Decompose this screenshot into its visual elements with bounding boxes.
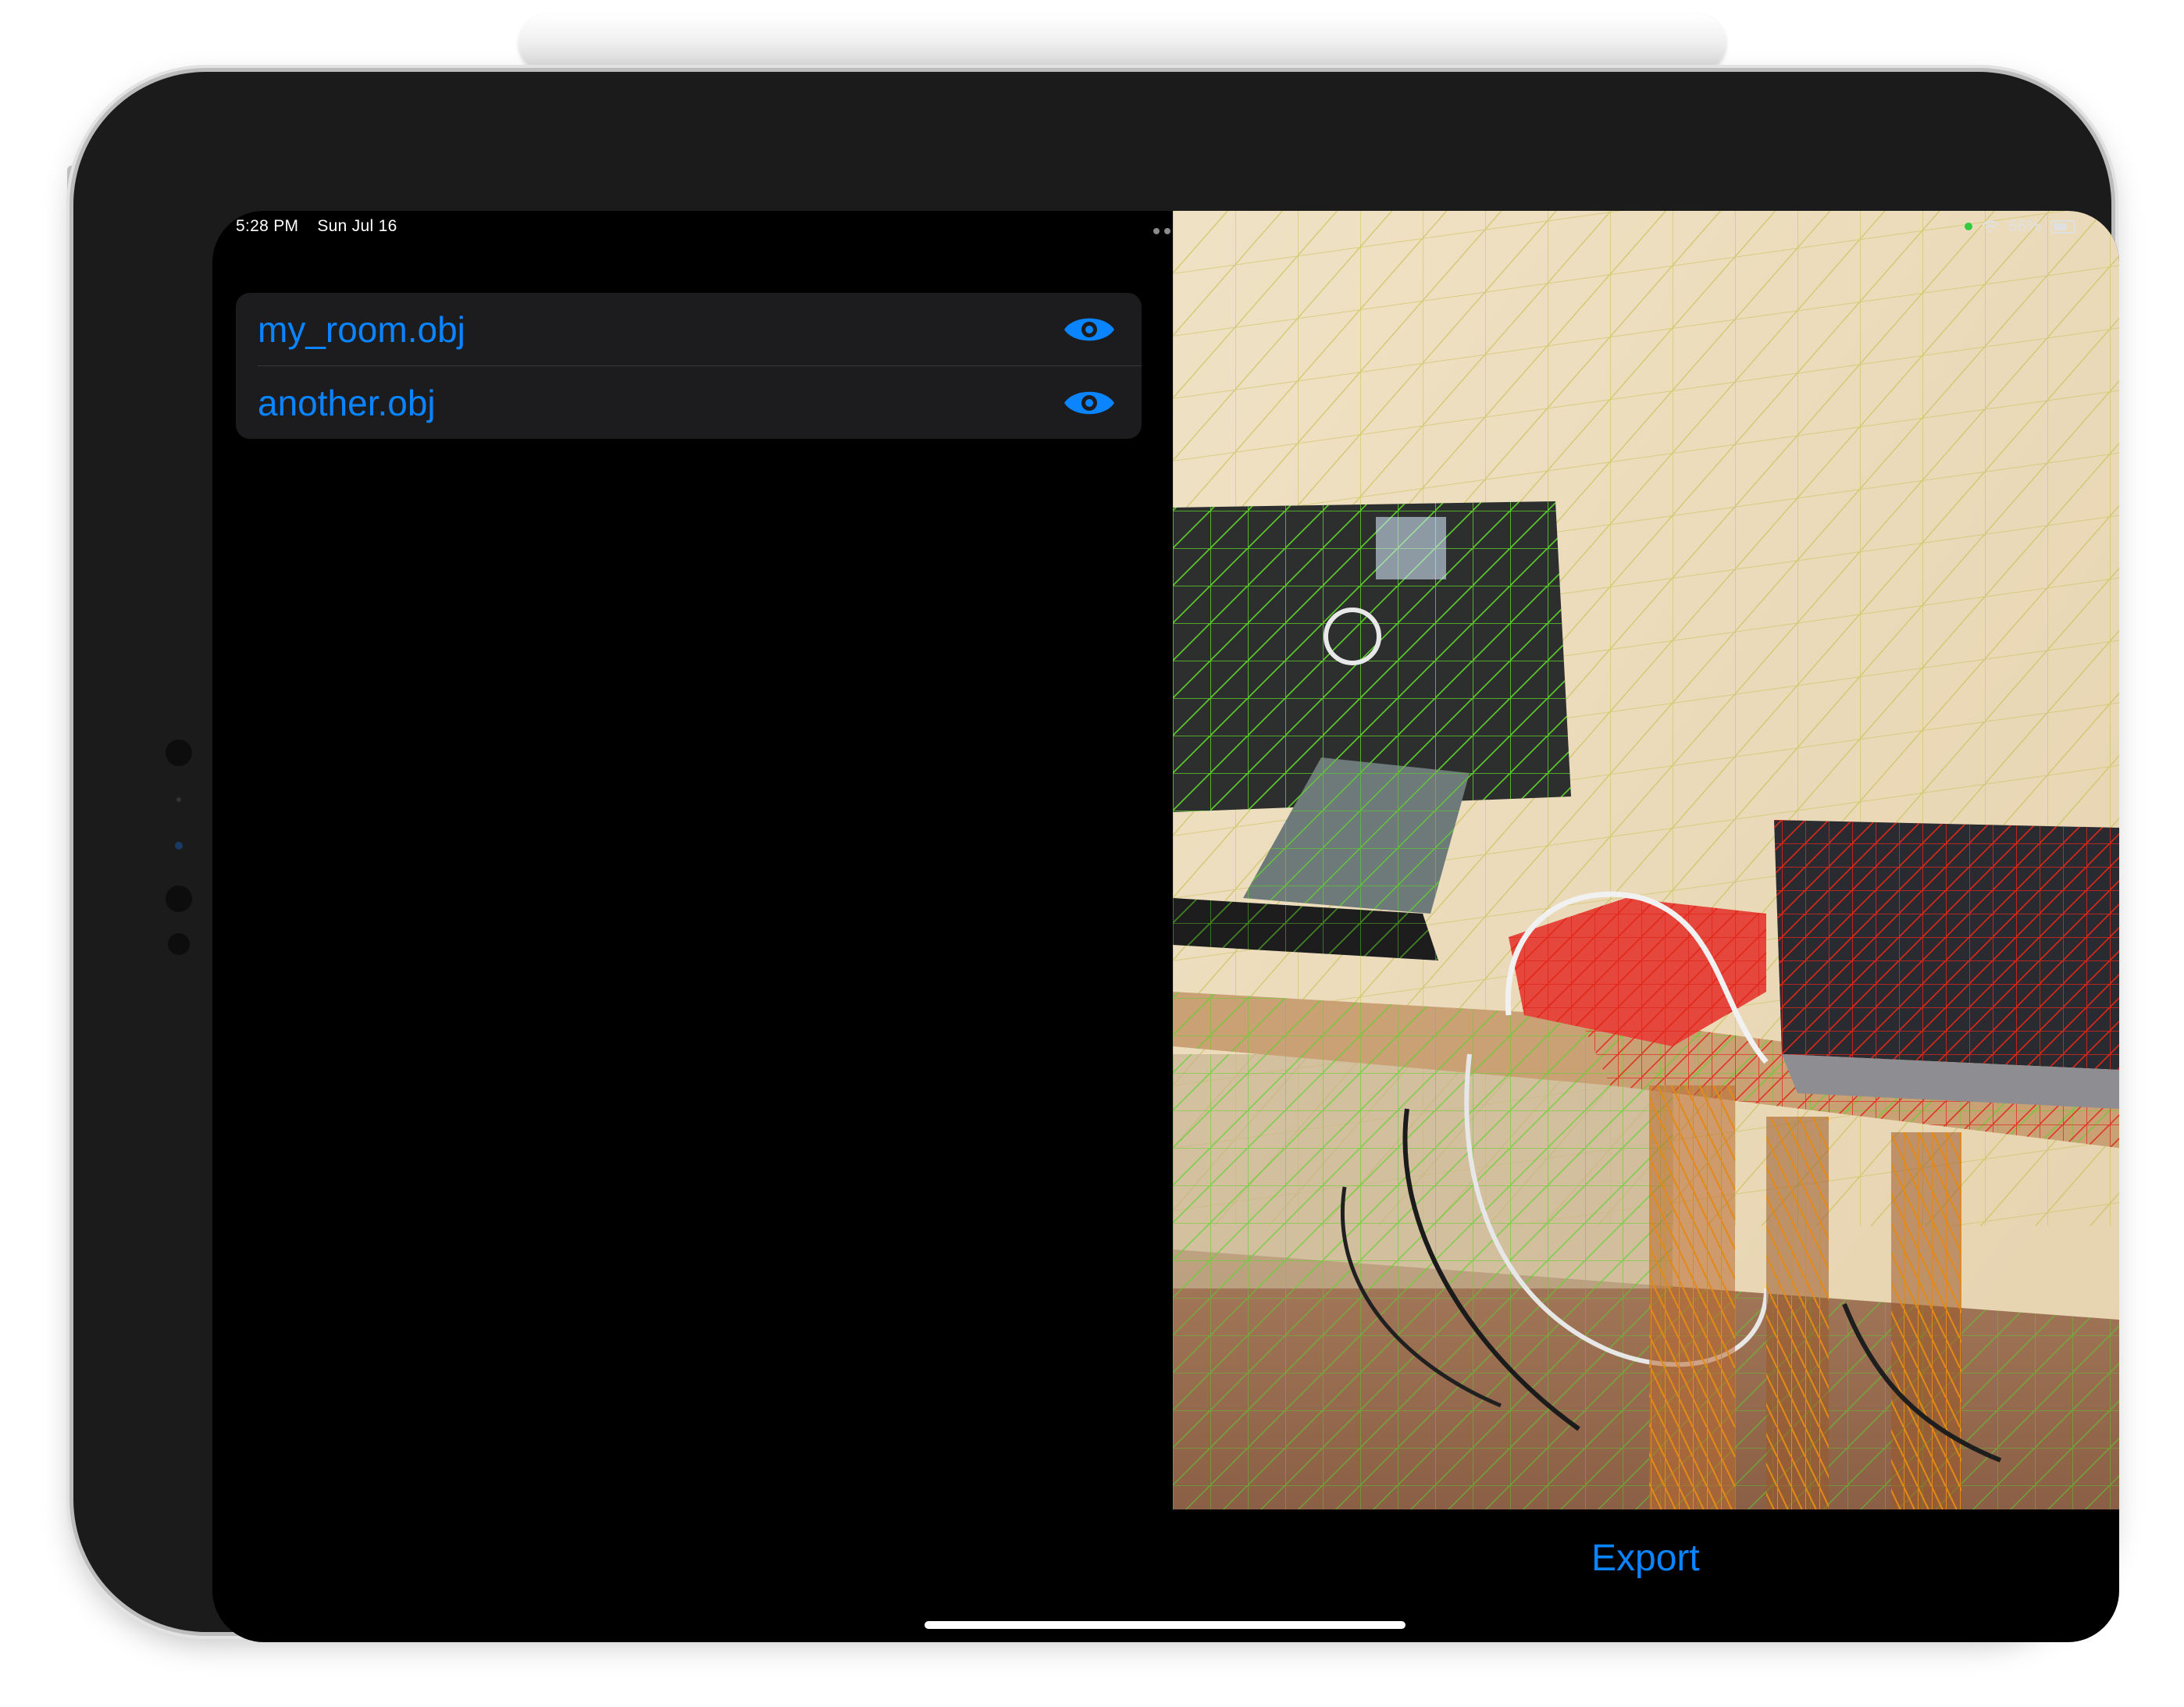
wifi-icon xyxy=(1982,220,1999,233)
list-item[interactable]: another.obj xyxy=(236,366,1142,439)
eye-icon[interactable] xyxy=(1062,385,1117,421)
front-camera xyxy=(175,842,183,850)
list-item[interactable]: my_room.obj xyxy=(236,293,1142,366)
file-name[interactable]: another.obj xyxy=(258,382,436,424)
mesh-overlay-image xyxy=(1173,211,2119,1509)
export-button[interactable]: Export xyxy=(1591,1537,1700,1580)
status-date: Sun Jul 16 xyxy=(317,217,397,235)
camera-active-indicator xyxy=(1964,223,1972,230)
file-list: my_room.obj another.obj xyxy=(236,293,1142,439)
flood-illuminator xyxy=(168,933,190,955)
screen: 5:28 PM Sun Jul 16 my_room.obj another.ob… xyxy=(212,211,2119,1642)
ar-scan-view[interactable]: 66% xyxy=(1173,211,2119,1509)
home-indicator[interactable] xyxy=(925,1621,1406,1629)
eye-icon[interactable] xyxy=(1062,312,1117,347)
face-id-sensor xyxy=(166,739,192,766)
apple-pencil xyxy=(519,14,1726,72)
proximity-sensor xyxy=(166,886,192,912)
ambient-light-sensor xyxy=(176,797,181,802)
status-bar-right: 66% xyxy=(1964,217,2075,236)
battery-percentage: 66% xyxy=(2008,217,2041,235)
status-time: 5:28 PM xyxy=(236,217,299,235)
status-bar-left: 5:28 PM Sun Jul 16 xyxy=(236,217,416,236)
ipad-frame: 5:28 PM Sun Jul 16 my_room.obj another.ob… xyxy=(73,72,2119,1642)
file-name[interactable]: my_room.obj xyxy=(258,308,465,351)
battery-icon xyxy=(2050,219,2075,233)
